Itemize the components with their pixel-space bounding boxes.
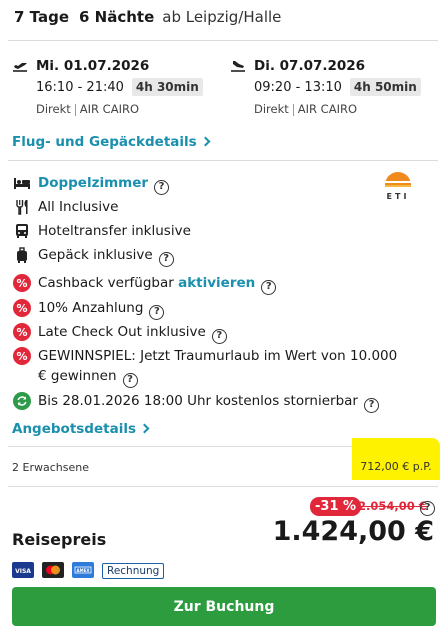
chevron-right-icon <box>139 423 150 434</box>
info-icon[interactable]: ? <box>420 501 435 516</box>
contest-row: % GEWINNSPIEL: Jetzt Traumurlaub im Wert… <box>12 346 407 388</box>
return-date: Di. 07.07.2026 <box>254 58 366 74</box>
plane-landing-icon <box>231 61 245 72</box>
trip-summary: 7 Tage 6 Nächte ab Leipzig/Halle <box>14 8 281 26</box>
percent-icon: % <box>13 323 31 341</box>
return-duration-badge: 4h 50min <box>349 78 421 96</box>
total-price: 1.424,00 € <box>272 516 434 547</box>
divider <box>8 40 438 41</box>
info-icon[interactable]: ? <box>211 329 227 344</box>
separator <box>74 103 76 116</box>
travellers-count: 2 Erwachsene <box>12 461 89 474</box>
price-label: Reisepreis <box>12 530 107 549</box>
divider <box>8 446 356 447</box>
deposit-label: 10% Anzahlung <box>38 300 144 316</box>
cashback-row: % Cashback verfügbar aktivieren? <box>12 273 432 295</box>
deposit-row: % 10% Anzahlung? <box>12 298 432 320</box>
mastercard-icon <box>42 562 64 578</box>
info-icon[interactable]: ? <box>158 252 174 267</box>
price-per-person: 712,00 € p.P. <box>352 438 440 480</box>
visa-icon: VISA <box>12 562 34 578</box>
flight-details-label: Flug- und Gepäckdetails <box>12 134 197 150</box>
percent-icon: % <box>13 274 31 292</box>
return-flight: Di. 07.07.2026 09:20 - 13:10 4h 50min Di… <box>230 58 430 116</box>
old-price: 2.054,00 € <box>358 499 427 513</box>
cashback-label: Cashback verfügbar <box>38 275 174 291</box>
departure-airport: ab Leipzig/Halle <box>162 8 282 26</box>
bed-icon <box>12 173 32 193</box>
offer-details-label: Angebotsdetails <box>12 421 136 437</box>
transfer-label: Hoteltransfer inklusive <box>38 223 191 239</box>
trip-nights: 6 Nächte <box>79 8 155 26</box>
info-icon[interactable]: ? <box>261 280 277 295</box>
transfer-row: Hoteltransfer inklusive <box>12 221 432 241</box>
cancellation-label: Bis 28.01.2026 18:00 Uhr kostenlos storn… <box>38 393 358 409</box>
baggage-row: Gepäck inklusive? <box>12 245 432 267</box>
plane-takeoff-icon <box>13 63 27 72</box>
return-type: Direkt <box>254 102 289 116</box>
outbound-type: Direkt <box>36 102 71 116</box>
info-icon[interactable]: ? <box>363 398 379 413</box>
return-times: 09:20 - 13:10 <box>254 79 342 95</box>
outbound-times: 16:10 - 21:40 <box>36 79 124 95</box>
cancellation-row: Bis 28.01.2026 18:00 Uhr kostenlos storn… <box>12 391 432 413</box>
checkout-label: Late Check Out inklusive <box>38 324 206 340</box>
info-icon[interactable]: ? <box>154 180 170 195</box>
return-airline: AIR CAIRO <box>297 102 358 116</box>
baggage-label: Gepäck inklusive <box>38 247 153 263</box>
divider <box>8 160 438 161</box>
chevron-right-icon <box>200 136 211 147</box>
room-row: Doppelzimmer? <box>12 173 432 195</box>
outbound-date: Mi. 01.07.2026 <box>36 58 150 74</box>
offer-details-link[interactable]: Angebotsdetails <box>12 421 150 437</box>
bus-icon <box>12 221 32 241</box>
percent-icon: % <box>13 347 31 365</box>
separator <box>292 103 294 116</box>
flight-details-link[interactable]: Flug- und Gepäckdetails <box>12 134 211 150</box>
svg-text:VISA: VISA <box>15 568 31 575</box>
room-type-link[interactable]: Doppelzimmer <box>38 175 148 191</box>
contest-label: GEWINNSPIEL: Jetzt Traumurlaub im Wert v… <box>38 348 398 384</box>
invoice-badge: Rechnung <box>102 563 165 579</box>
outbound-flight: Mi. 01.07.2026 16:10 - 21:40 4h 30min Di… <box>12 58 212 116</box>
board-row: All Inclusive <box>12 197 432 217</box>
cashback-activate-link[interactable]: aktivieren <box>178 275 255 291</box>
luggage-icon <box>12 245 32 265</box>
board-label: All Inclusive <box>38 199 119 215</box>
svg-text:AMEX: AMEX <box>77 568 90 573</box>
info-icon[interactable]: ? <box>149 305 165 320</box>
info-icon[interactable]: ? <box>122 373 138 388</box>
outbound-airline: AIR CAIRO <box>79 102 140 116</box>
cutlery-icon <box>12 197 32 217</box>
checkout-row: % Late Check Out inklusive? <box>12 322 432 344</box>
book-button[interactable]: Zur Buchung <box>12 587 436 626</box>
discount-badge: -31 % <box>310 497 362 516</box>
outbound-duration-badge: 4h 30min <box>131 78 203 96</box>
refresh-icon <box>13 392 31 410</box>
percent-icon: % <box>13 299 31 317</box>
amex-icon: AMEX <box>72 562 94 578</box>
divider <box>8 486 438 487</box>
trip-days: 7 Tage <box>14 8 69 26</box>
